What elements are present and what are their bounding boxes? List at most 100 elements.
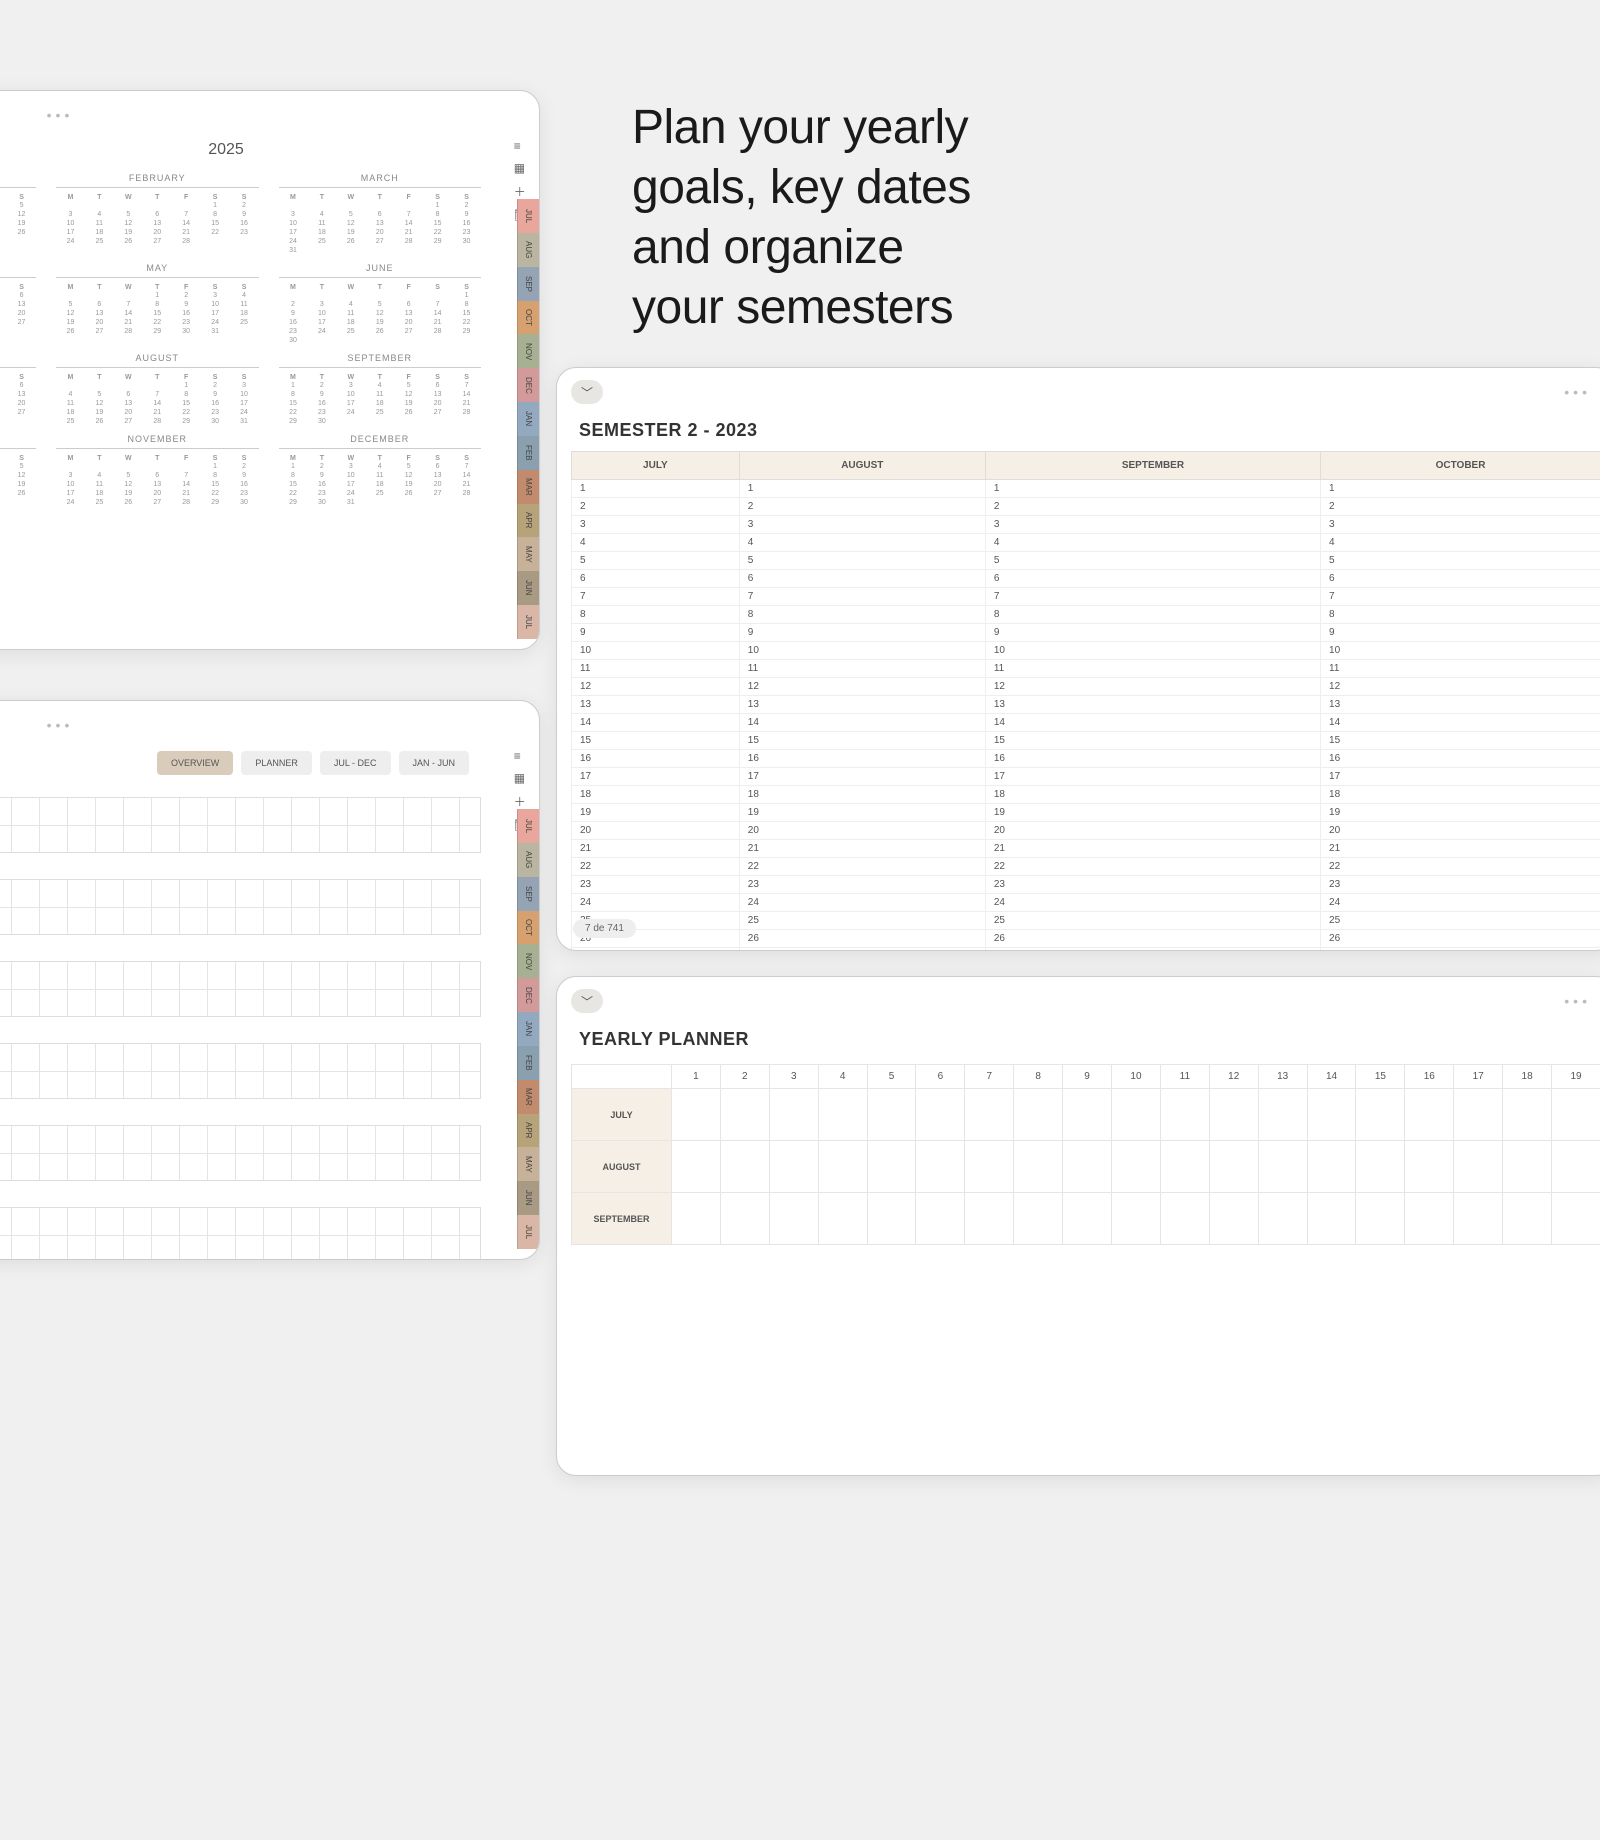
month-tab-aug[interactable]: AUG [517,233,539,267]
table-row[interactable]: 6666 [572,570,1600,588]
month-tab-mar[interactable]: MAR [517,1080,539,1114]
table-row[interactable]: 16161616 [572,750,1600,768]
view-tab-overview[interactable]: OVERVIEW [157,751,233,775]
mini-calendar-april[interactable]: APRILMTWTFSS1234567891011121314151617181… [0,263,36,345]
table-row[interactable]: 27272727 [572,948,1600,952]
mini-calendar-november[interactable]: NOVEMBERMTWTFSS1234567891011121314151617… [56,434,259,507]
month-tab-apr[interactable]: APR [517,1114,539,1148]
table-row[interactable]: 12121212 [572,678,1600,696]
menu-icon[interactable]: ≡ [514,749,529,763]
month-tab-feb[interactable]: FEB [517,1046,539,1080]
table-row[interactable]: 5555 [572,552,1600,570]
table-row[interactable]: 17171717 [572,768,1600,786]
table-row[interactable]: 21212121 [572,840,1600,858]
mini-calendar-february[interactable]: FEBRUARYMTWTFSS1234567891011121314151617… [56,173,259,255]
camera-dots-icon: ••• [47,107,74,123]
month-tab-jan[interactable]: JAN [517,402,539,436]
planner-row-july[interactable]: JULY [572,1089,1600,1141]
year-title: 2025 [0,141,481,159]
table-row[interactable]: 3333 [572,516,1600,534]
semester-col-october: OCTOBER [1321,452,1600,480]
month-tab-nov[interactable]: NOV [517,944,539,978]
plus-icon[interactable]: ＋ [514,183,529,200]
view-tab-planner[interactable]: PLANNER [241,751,312,775]
headline: Plan your yearlygoals, key datesand orga… [632,98,971,338]
table-row[interactable]: 9999 [572,624,1600,642]
table-row[interactable]: 13131313 [572,696,1600,714]
collapse-chevron-icon[interactable]: ﹀ [571,380,603,404]
month-tab-apr[interactable]: APR [517,504,539,538]
planner-row-september[interactable]: SEPTEMBER [572,1193,1600,1245]
mini-calendar-march[interactable]: MARCHMTWTFSS1234567891011121314151617181… [279,173,482,255]
month-tab-aug[interactable]: AUG [517,843,539,877]
table-row[interactable]: 19191919 [572,804,1600,822]
month-tab-feb[interactable]: FEB [517,436,539,470]
monthly-overview-panel: ••• ≡ ▦ ＋ 🗓 JULAUGSEPOCTNOVDECJANFEBMARA… [0,700,540,1260]
view-tab-jan---jun[interactable]: JAN - JUN [399,751,470,775]
yearly-planner-panel: ﹀ ••• YEARLY PLANNER 1234567891011121314… [556,976,1600,1476]
month-tab-mar[interactable]: MAR [517,470,539,504]
page-indicator: 7 de 741 [573,919,636,938]
semester-table: JULYAUGUSTSEPTEMBEROCTOBER11112222333344… [571,451,1600,951]
overview-month-june[interactable]: JUNE [0,1191,481,1260]
mini-calendar-january[interactable]: JANUARYMTWTFSS12345678910111213141516171… [0,173,36,255]
mini-calendar-september[interactable]: SEPTEMBERMTWTFSS123456789101112131415161… [279,353,482,426]
table-row[interactable]: 11111111 [572,660,1600,678]
table-row[interactable]: 7777 [572,588,1600,606]
camera-dots-icon: ••• [1564,993,1591,1009]
month-tab-jul[interactable]: JUL [517,199,539,233]
semester-panel: ﹀ ••• SEMESTER 2 - 2023 JULYAUGUSTSEPTEM… [556,367,1600,951]
table-row[interactable]: 8888 [572,606,1600,624]
table-row[interactable]: 4444 [572,534,1600,552]
view-tabs: OVERVIEW PLANNER JUL - DEC JAN - JUN [157,751,469,775]
mini-calendar-december[interactable]: DECEMBERMTWTFSS1234567891011121314151617… [279,434,482,507]
table-row[interactable]: 14141414 [572,714,1600,732]
table-row[interactable]: 18181818 [572,786,1600,804]
overview-month-april[interactable]: APRIL [0,1027,481,1099]
grid-icon[interactable]: ▦ [514,161,529,175]
overview-month-january[interactable]: JANUARY [0,781,481,853]
month-tab-nov[interactable]: NOV [517,334,539,368]
month-tab-may[interactable]: MAY [517,537,539,571]
mini-calendar-august[interactable]: AUGUSTMTWTFSS123456789101112131415161718… [56,353,259,426]
month-tab-sep[interactable]: SEP [517,877,539,911]
month-tab-may[interactable]: MAY [517,1147,539,1181]
overview-month-may[interactable]: MAY [0,1109,481,1181]
table-row[interactable]: 25252525 [572,912,1600,930]
mini-calendar-june[interactable]: JUNEMTWTFSS12345678910111213141516171819… [279,263,482,345]
table-row[interactable]: 22222222 [572,858,1600,876]
month-tab-jul[interactable]: JUL [517,809,539,843]
plus-icon[interactable]: ＋ [514,793,529,810]
table-row[interactable]: 1111 [572,480,1600,498]
table-row[interactable]: 15151515 [572,732,1600,750]
month-tab-jan[interactable]: JAN [517,1012,539,1046]
camera-dots-icon: ••• [1564,384,1591,400]
mini-calendar-may[interactable]: MAYMTWTFSS123456789101112131415161718192… [56,263,259,345]
overview-month-february[interactable]: FEBRUARY [0,863,481,935]
table-row[interactable]: 24242424 [572,894,1600,912]
month-tab-dec[interactable]: DEC [517,368,539,402]
month-tab-jun[interactable]: JUN [517,1181,539,1215]
menu-icon[interactable]: ≡ [514,139,529,153]
month-tab-dec[interactable]: DEC [517,978,539,1012]
month-tab-oct[interactable]: OCT [517,911,539,945]
table-row[interactable]: 23232323 [572,876,1600,894]
mini-calendar-october[interactable]: OCTOBERMTWTFSS12345678910111213141516171… [0,434,36,507]
month-tab-jul[interactable]: JUL [517,1215,539,1249]
month-tab-sep[interactable]: SEP [517,267,539,301]
table-row[interactable]: 26262626 [572,930,1600,948]
collapse-chevron-icon[interactable]: ﹀ [571,989,603,1013]
planner-row-august[interactable]: AUGUST [572,1141,1600,1193]
semester-col-september: SEPTEMBER [985,452,1320,480]
overview-month-march[interactable]: MARCH [0,945,481,1017]
mini-calendar-july[interactable]: JULYMTWTFSS12345678910111213141516171819… [0,353,36,426]
month-tab-jun[interactable]: JUN [517,571,539,605]
table-row[interactable]: 20202020 [572,822,1600,840]
month-tab-oct[interactable]: OCT [517,301,539,335]
month-tab-jul[interactable]: JUL [517,605,539,639]
grid-icon[interactable]: ▦ [514,771,529,785]
table-row[interactable]: 2222 [572,498,1600,516]
view-tab-jul---dec[interactable]: JUL - DEC [320,751,391,775]
table-row[interactable]: 10101010 [572,642,1600,660]
yearly-planner-title: YEARLY PLANNER [579,1029,1600,1050]
